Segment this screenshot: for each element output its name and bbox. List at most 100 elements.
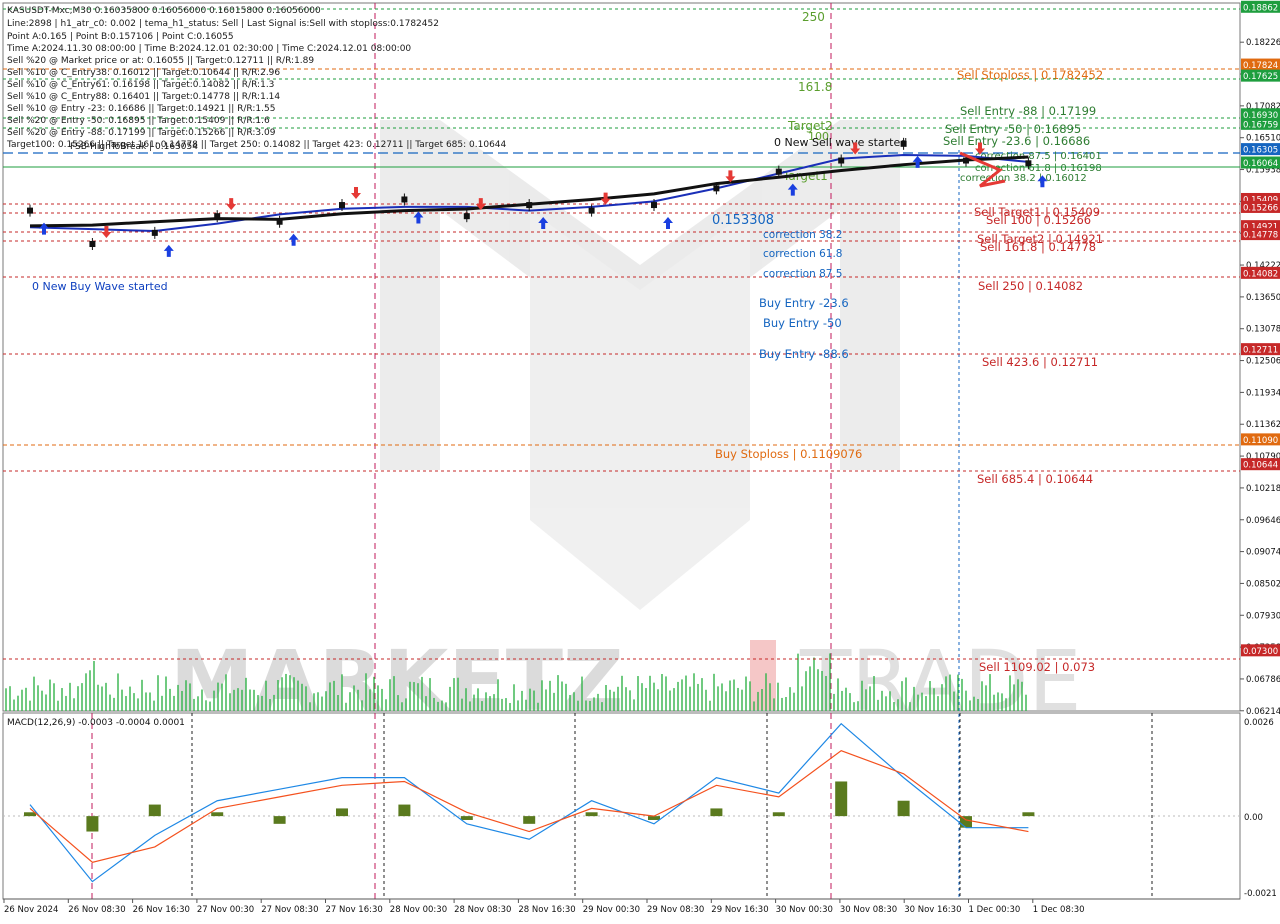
buy-wave-label: 0 New Buy Wave started bbox=[32, 280, 168, 293]
time-label: 27 Nov 00:30 bbox=[197, 905, 254, 915]
buy-correction-38: correction 38.2 bbox=[763, 229, 842, 241]
time-label: 29 Nov 16:30 bbox=[711, 905, 768, 915]
price-point bbox=[775, 168, 782, 175]
price-point bbox=[963, 157, 969, 164]
price-tick-label: 0.09074 bbox=[1246, 548, 1280, 558]
price-tag-label: 0.14778 bbox=[1243, 231, 1278, 241]
time-label: 26 Nov 2024 bbox=[4, 905, 58, 915]
level-label-correction-38: correction 38.2 | 0.16012 bbox=[960, 173, 1087, 184]
time-label: 1 Dec 08:30 bbox=[1033, 905, 1085, 915]
price-point bbox=[89, 241, 96, 248]
price-tag-label: 0.16759 bbox=[1243, 120, 1278, 130]
time-label: 29 Nov 08:30 bbox=[647, 905, 704, 915]
time-label: 26 Nov 16:30 bbox=[133, 905, 190, 915]
info-line-4: Sell %20 @ Market price or at: 0.16055 |… bbox=[7, 56, 314, 66]
level-label-sell-100: Sell 100 | 0.15266 bbox=[986, 213, 1091, 227]
price-tick-label: 0.07930 bbox=[1246, 611, 1280, 621]
price-point bbox=[651, 202, 657, 209]
price-tick-label: 0.10218 bbox=[1246, 484, 1280, 494]
level-label-sell-423: Sell 423.6 | 0.12711 bbox=[982, 355, 1098, 369]
info-line-10: Sell %20 @ Entry -88: 0.17199 || Target:… bbox=[7, 128, 276, 138]
macd-histogram-bar bbox=[273, 816, 286, 824]
info-line-8: Sell %10 @ Entry -23: 0.16686 || Target:… bbox=[7, 104, 275, 114]
buy-entry-50: Buy Entry -50 bbox=[763, 316, 842, 330]
time-label: 29 Nov 00:30 bbox=[583, 905, 640, 915]
price-tag-label: 0.17625 bbox=[1243, 72, 1278, 82]
price-tick-label: 0.16510 bbox=[1246, 134, 1280, 144]
price-point bbox=[463, 213, 470, 220]
price-tick-label: 0.06214 bbox=[1246, 707, 1280, 717]
price-tick-label: 0.11362 bbox=[1246, 420, 1280, 430]
price-tag-label: 0.18862 bbox=[1243, 3, 1278, 13]
macd-histogram-bar bbox=[960, 816, 972, 828]
macd-histogram-bar bbox=[523, 816, 536, 824]
level-label-sell-685: Sell 685.4 | 0.10644 bbox=[977, 472, 1093, 486]
buy-correction-87: correction 87.5 bbox=[763, 268, 842, 280]
time-label: 28 Nov 00:30 bbox=[390, 905, 447, 915]
time-label: 27 Nov 16:30 bbox=[326, 905, 383, 915]
macd-histogram-bar bbox=[460, 816, 473, 820]
info-line-11: Target100: 0.15266 || Target 161: 0.1477… bbox=[6, 140, 507, 150]
time-label: 30 Nov 08:30 bbox=[840, 905, 897, 915]
macd-title: MACD(12,26,9) -0.0003 -0.0004 0.0001 bbox=[7, 718, 185, 728]
macd-histogram-bar bbox=[772, 812, 785, 817]
watermark-brand-left: MARKETZ bbox=[170, 632, 624, 730]
price-tick-label: 0.11934 bbox=[1246, 388, 1280, 398]
price-tag-label: 0.11090 bbox=[1243, 436, 1278, 446]
price-point bbox=[588, 207, 595, 214]
macd-histogram-bar bbox=[835, 781, 848, 817]
level-label-sell-250: Sell 250 | 0.14082 bbox=[978, 279, 1083, 293]
price-tag-label: 0.14082 bbox=[1243, 269, 1278, 279]
buy-entry-23: Buy Entry -23.6 bbox=[759, 296, 849, 310]
price-point bbox=[151, 229, 158, 236]
price-point bbox=[214, 213, 221, 220]
info-line-1: Line:2898 | h1_atr_c0: 0.002 | tema_h1_s… bbox=[7, 19, 439, 29]
price-point bbox=[27, 207, 33, 214]
watermark-brand-right: TRADE bbox=[799, 632, 1082, 730]
trading-chart: MARKETZ TRADE Sell Stoploss | 0.1782452 … bbox=[0, 0, 1280, 920]
info-line-7: Sell %10 @ C_Entry88: 0.16401 || Target:… bbox=[7, 92, 280, 102]
buy-correction-61: correction 61.8 bbox=[763, 248, 842, 260]
time-label: 1 Dec 00:30 bbox=[969, 905, 1021, 915]
macd-histogram-bar bbox=[148, 804, 161, 817]
macd-tick-top: 0.0026 bbox=[1244, 718, 1274, 728]
macd-histogram-bar bbox=[24, 812, 36, 817]
price-tick-label: 0.08502 bbox=[1246, 579, 1280, 589]
macd-histogram-bar bbox=[897, 800, 910, 817]
info-line-6: Sell %10 @ C_Entry61: 0.16198 || Target:… bbox=[7, 80, 274, 90]
level-label-correction-87: correction 87.5 | 0.16401 bbox=[975, 151, 1102, 162]
macd-histogram-bar bbox=[86, 816, 99, 832]
mid-price-label: 0.153308 bbox=[712, 213, 774, 228]
price-point bbox=[838, 157, 845, 164]
price-point bbox=[526, 202, 533, 209]
info-line-9: Sell %20 @ Entry -50: 0.16895 || Target:… bbox=[7, 116, 270, 126]
time-label: 26 Nov 08:30 bbox=[68, 905, 125, 915]
time-label: 28 Nov 16:30 bbox=[518, 905, 575, 915]
price-tick-label: 0.09646 bbox=[1246, 516, 1280, 526]
macd-tick-bottom: -0.0021 bbox=[1244, 889, 1277, 899]
level-label-buy-stoploss: Buy Stoploss | 0.1109076 bbox=[715, 447, 862, 461]
price-point bbox=[713, 185, 720, 192]
level-label-sell-1109: Sell 1109.02 | 0.073 bbox=[979, 660, 1095, 674]
macd-tick-zero: 0.00 bbox=[1244, 813, 1263, 823]
price-tag-label: 0.07300 bbox=[1243, 647, 1278, 657]
sell-wave-label: 0 New Sell wave started bbox=[774, 136, 907, 149]
chart-canvas[interactable]: MARKETZ TRADE Sell Stoploss | 0.1782452 … bbox=[0, 0, 1280, 920]
fib-161-label: 161.8 bbox=[798, 80, 832, 94]
level-label-sell-161: Sell 161.8 | 0.14778 bbox=[980, 240, 1096, 254]
price-tag-label: 0.15266 bbox=[1243, 203, 1278, 213]
info-symbol-line: KASUSDT-Mxc,M30 0.16035800 0.16056000 0.… bbox=[7, 6, 321, 16]
price-tick-label: 0.18226 bbox=[1246, 38, 1280, 48]
price-point bbox=[401, 196, 408, 203]
price-tick-label: 0.13650 bbox=[1246, 293, 1280, 303]
time-label: 30 Nov 00:30 bbox=[776, 905, 833, 915]
macd-histogram-bar bbox=[211, 812, 224, 817]
macd-histogram-bar bbox=[710, 808, 723, 817]
macd-histogram-bar bbox=[585, 812, 598, 817]
info-line-3: Time A:2024.11.30 08:00:00 | Time B:2024… bbox=[6, 44, 411, 54]
time-label: 27 Nov 08:30 bbox=[261, 905, 318, 915]
price-tick-label: 0.13078 bbox=[1246, 325, 1280, 335]
price-point bbox=[1025, 160, 1032, 167]
level-label-sell-entry-23: Sell Entry -23.6 | 0.16686 bbox=[943, 134, 1090, 148]
macd-panel bbox=[2, 712, 1241, 900]
